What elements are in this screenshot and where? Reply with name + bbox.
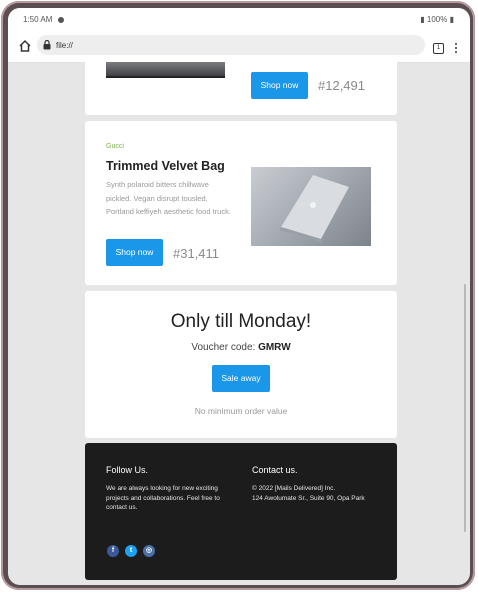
footer: Follow Us. We are always looking for new… xyxy=(85,443,397,580)
device-frame: 1:50 AM ▮ 100% ▮ file:// 1 Shop now #12,… xyxy=(1,1,475,590)
screen: 1:50 AM ▮ 100% ▮ file:// 1 Shop now #12,… xyxy=(8,8,470,585)
follow-heading: Follow Us. xyxy=(106,465,149,475)
contact-heading: Contact us. xyxy=(252,465,298,475)
product-price: #12,491 xyxy=(318,78,365,93)
tab-switcher-icon[interactable]: 1 xyxy=(433,43,444,54)
contact-text: © 2022 [Mails Delivered] Inc. 124 Awolum… xyxy=(252,484,392,503)
voucher-line: Voucher code: GMRW xyxy=(85,342,397,353)
battery-icon: ▮ xyxy=(449,15,454,24)
browser-toolbar: file:// 1 xyxy=(8,30,470,63)
product-image xyxy=(251,167,371,246)
notification-icon xyxy=(57,17,64,23)
product-price: #31,411 xyxy=(173,246,220,261)
shop-now-button[interactable]: Shop now xyxy=(106,239,163,266)
shop-now-button[interactable]: Shop now xyxy=(251,72,308,99)
voucher-label: Voucher code: xyxy=(191,342,256,353)
scrollbar[interactable] xyxy=(464,284,466,532)
product-description: Synth polaroid bitters chillwave pickled… xyxy=(106,180,231,216)
promo-title: Only till Monday! xyxy=(170,311,312,332)
status-right: ▮ 100% ▮ xyxy=(420,15,454,24)
follow-text: We are always looking for new exciting p… xyxy=(106,485,220,511)
sale-away-button[interactable]: Sale away xyxy=(212,365,270,392)
status-bar: 1:50 AM ▮ 100% ▮ xyxy=(8,8,470,30)
home-icon[interactable] xyxy=(18,39,32,53)
lock-icon xyxy=(43,40,51,50)
url-text: file:// xyxy=(56,41,73,50)
status-time: 1:50 AM xyxy=(23,15,64,24)
facebook-icon[interactable]: f xyxy=(107,545,119,557)
contact-line: 124 Awolumate Sr., Suite 90, Opa Park xyxy=(252,494,365,502)
email-content: Shop now #12,491 Gucci Trimmed Velvet Ba… xyxy=(8,62,470,585)
voucher-code: GMRW xyxy=(258,342,291,353)
product-card: Gucci Trimmed Velvet Bag Synth polaroid … xyxy=(85,121,397,285)
promo-note: No minimum order value xyxy=(194,406,288,416)
product-brand: Gucci xyxy=(106,143,124,150)
contact-line: © 2022 [Mails Delivered] Inc. xyxy=(252,485,336,492)
menu-icon[interactable] xyxy=(454,41,458,55)
product-card: Shop now #12,491 xyxy=(85,62,397,115)
battery-text: 100% xyxy=(426,15,448,24)
signal-icon: ▮ xyxy=(420,15,425,24)
product-image xyxy=(106,62,225,78)
time-text: 1:50 AM xyxy=(23,15,53,24)
instagram-icon[interactable]: ◎ xyxy=(143,545,155,557)
address-bar[interactable]: file:// xyxy=(37,35,425,55)
product-title: Trimmed Velvet Bag xyxy=(106,159,225,173)
laptop-image xyxy=(279,175,349,243)
promo-card: Only till Monday! Voucher code: GMRW Sal… xyxy=(85,291,397,438)
twitter-icon[interactable]: t xyxy=(125,545,137,557)
